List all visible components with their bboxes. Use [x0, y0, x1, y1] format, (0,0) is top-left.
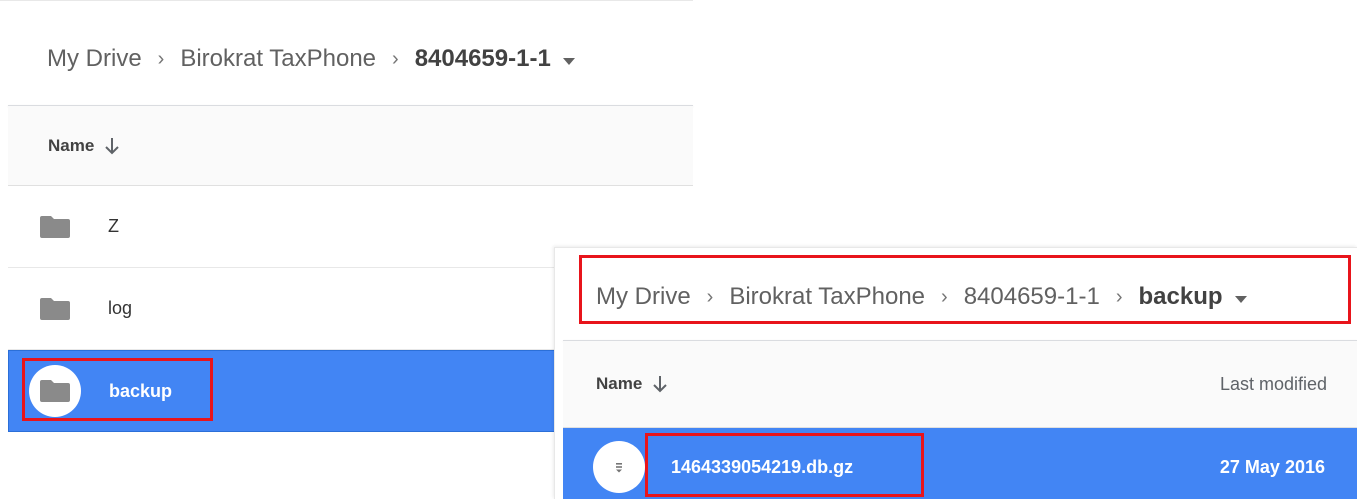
name-column-label: Name — [48, 135, 95, 155]
caret-down-icon[interactable] — [1234, 295, 1247, 303]
chevron-right-icon: › — [1115, 285, 1123, 308]
breadcrumb-current[interactable]: 8404659-1-1 — [415, 45, 551, 73]
chevron-right-icon: › — [392, 47, 399, 70]
breadcrumb-item[interactable]: 8404659-1-1 — [964, 283, 1100, 311]
name-column-header[interactable]: Name — [563, 374, 668, 394]
last-modified-column-header[interactable]: Last modified — [1220, 374, 1357, 395]
chevron-right-icon: › — [706, 285, 714, 308]
item-icon-circle — [593, 441, 645, 493]
sort-arrow-icon[interactable] — [652, 375, 668, 393]
name-column-label: Name — [596, 374, 643, 393]
item-name: backup — [109, 380, 173, 401]
item-icon-circle — [29, 365, 81, 417]
chevron-right-icon: › — [157, 47, 165, 70]
caret-down-icon[interactable] — [562, 57, 575, 65]
list-header: Name — [8, 106, 693, 186]
breadcrumb: My Drive › Birokrat TaxPhone › 8404659-1… — [47, 45, 575, 73]
folder-icon — [40, 215, 70, 238]
breadcrumb-current[interactable]: backup — [1138, 283, 1222, 311]
item-name: Z — [108, 216, 119, 236]
breadcrumb-item[interactable]: Birokrat TaxPhone — [180, 45, 376, 73]
chevron-right-icon: › — [941, 285, 948, 308]
list-item-selected[interactable]: 1464339054219.db.gz 27 May 2016 — [563, 428, 1357, 499]
item-name: log — [108, 298, 133, 318]
breadcrumb-item[interactable]: My Drive — [47, 45, 142, 73]
file-list: Name Last modified 1464339054219.db.gz 2… — [563, 341, 1357, 499]
breadcrumb-item[interactable]: Birokrat TaxPhone — [729, 283, 925, 311]
last-modified-value: 27 May 2016 — [1219, 456, 1325, 477]
name-column-header[interactable]: Name — [8, 136, 120, 156]
sort-arrow-icon[interactable] — [104, 137, 120, 155]
list-header: Name Last modified — [563, 341, 1357, 428]
right-panel: My Drive › Birokrat TaxPhone › 8404659-1… — [554, 247, 1357, 499]
item-name: 1464339054219.db.gz — [671, 456, 854, 477]
folder-icon — [40, 380, 70, 402]
file-icon — [616, 463, 622, 473]
breadcrumb-item[interactable]: My Drive — [596, 283, 691, 311]
folder-icon — [40, 297, 70, 320]
breadcrumb: My Drive › Birokrat TaxPhone › 8404659-1… — [596, 283, 1247, 311]
